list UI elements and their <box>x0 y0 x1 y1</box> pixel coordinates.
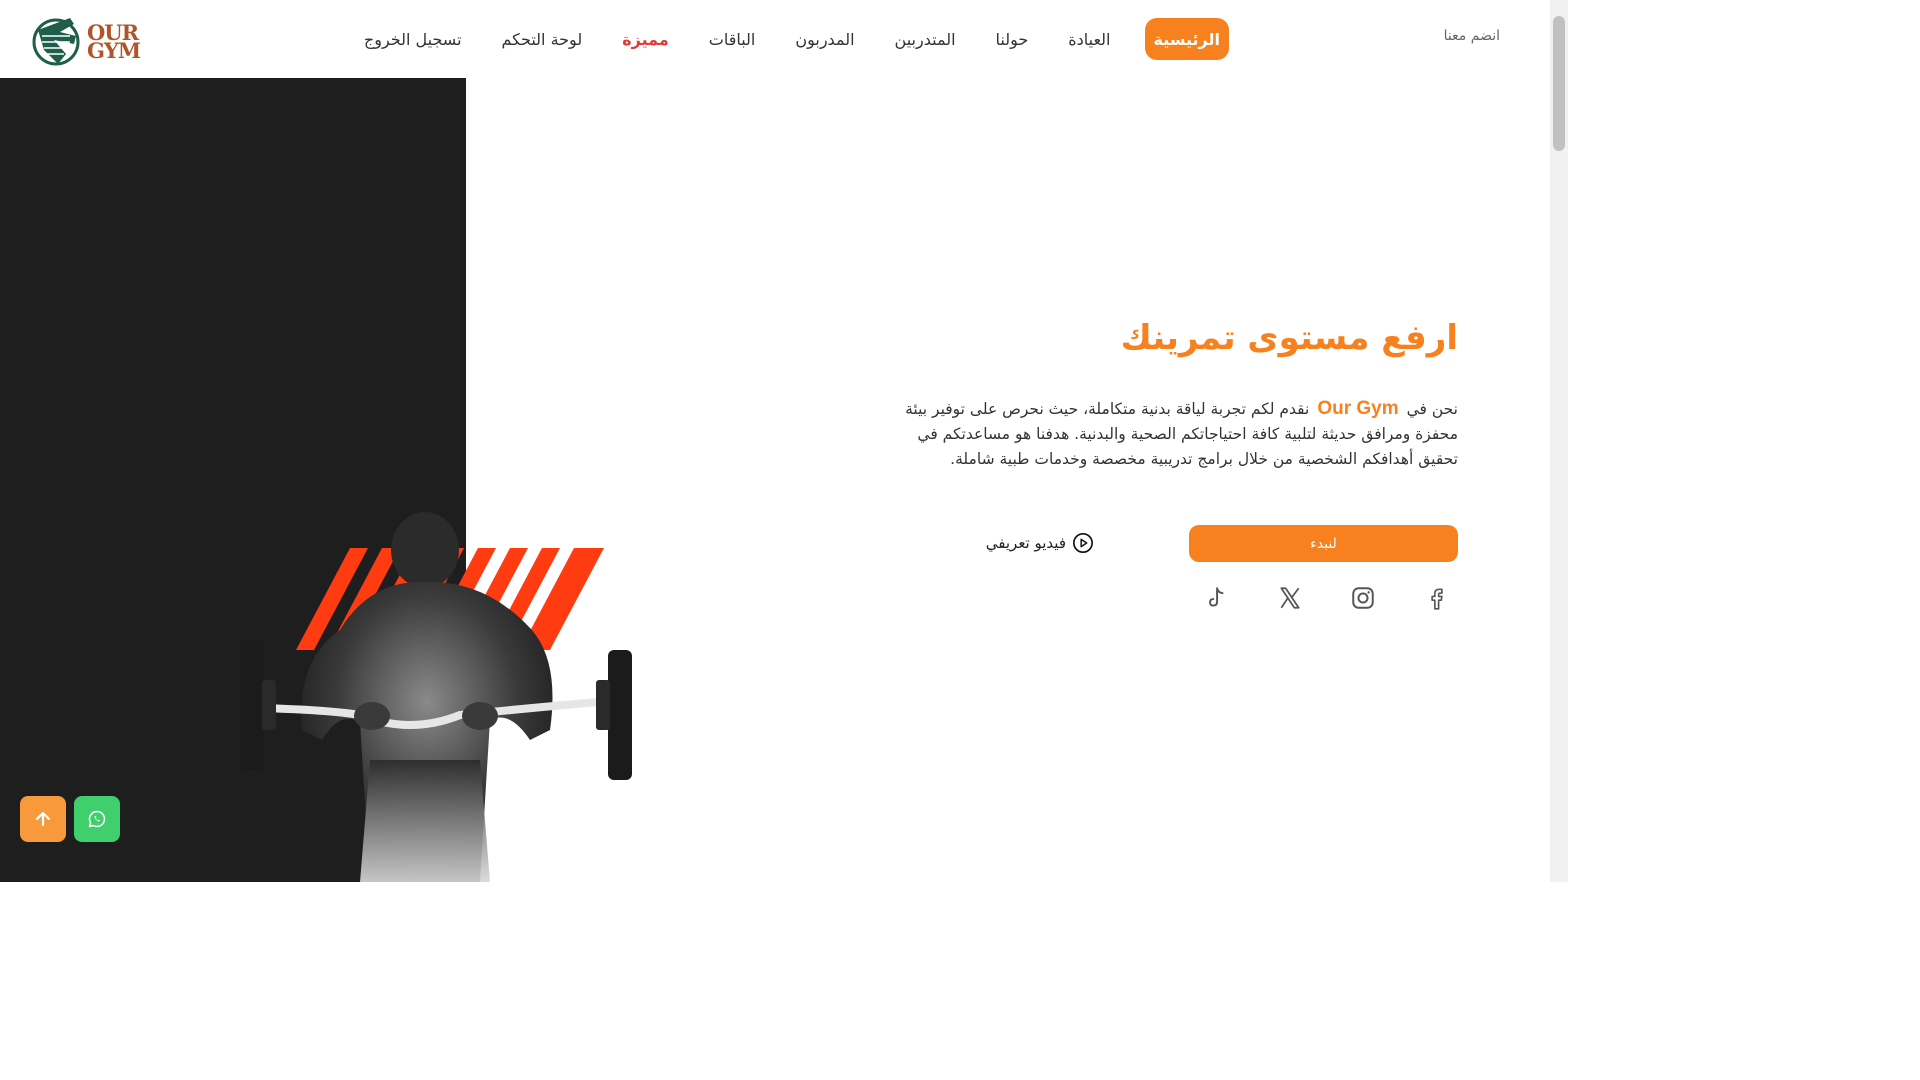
facebook-icon[interactable] <box>1424 585 1450 611</box>
social-links <box>1198 585 1458 613</box>
nav-item-about[interactable]: حولنا <box>976 18 1049 60</box>
play-circle-icon <box>1073 533 1093 553</box>
intro-video-link[interactable]: فيديو تعريفي <box>986 532 1094 554</box>
instagram-icon[interactable] <box>1350 585 1376 611</box>
hero-actions: لنبدء فيديو تعريفي <box>898 525 1458 563</box>
whatsapp-icon <box>88 810 106 828</box>
join-us-link[interactable]: انضم معنا <box>1444 28 1500 44</box>
main-nav: الرئيسية العيادة حولنا المتدربين المدربو… <box>344 18 1229 60</box>
hero-description: نحن فيOur Gymنقدم لكم تجربة لياقة بدنية … <box>898 396 1458 472</box>
page-scrollbar[interactable] <box>1550 0 1568 882</box>
hero-content: ارفع مستوى تمرينك نحن فيOur Gymنقدم لكم … <box>898 318 1458 472</box>
gym-logo[interactable]: OUR GYM <box>30 10 146 70</box>
arrow-up-icon <box>35 811 51 827</box>
nav-item-home[interactable]: الرئيسية <box>1144 18 1229 60</box>
nav-item-trainees[interactable]: المتدربين <box>875 18 976 60</box>
logo-line-2: GYM <box>87 38 141 63</box>
scroll-top-button[interactable] <box>20 796 66 842</box>
whatsapp-button[interactable] <box>74 796 120 842</box>
hero-brand: Our Gym <box>1317 398 1399 419</box>
intro-video-label: فيديو تعريفي <box>985 534 1066 552</box>
start-button[interactable]: لنبدء <box>1189 525 1458 562</box>
hero-title: ارفع مستوى تمرينك <box>1120 318 1458 358</box>
logo-text: OUR GYM <box>87 22 141 63</box>
nav-item-logout[interactable]: تسجيل الخروج <box>344 18 482 60</box>
x-icon[interactable] <box>1277 585 1303 611</box>
athlete-image <box>240 512 632 882</box>
site-header: OUR GYM الرئيسية العيادة حولنا المتدربين… <box>0 0 1550 78</box>
tiktok-icon[interactable] <box>1203 585 1229 611</box>
nav-item-clinic[interactable]: العيادة <box>1048 18 1130 60</box>
hero-desc-prefix: نحن في <box>1406 400 1458 418</box>
nav-item-packages[interactable]: الباقات <box>689 18 776 60</box>
nav-item-featured[interactable]: مميزة <box>602 18 689 60</box>
logo-emblem-icon <box>32 18 80 66</box>
nav-item-dashboard[interactable]: لوحة التحكم <box>482 18 603 60</box>
scrollbar-thumb[interactable] <box>1553 16 1565 151</box>
nav-item-coaches[interactable]: المدربون <box>775 18 874 60</box>
